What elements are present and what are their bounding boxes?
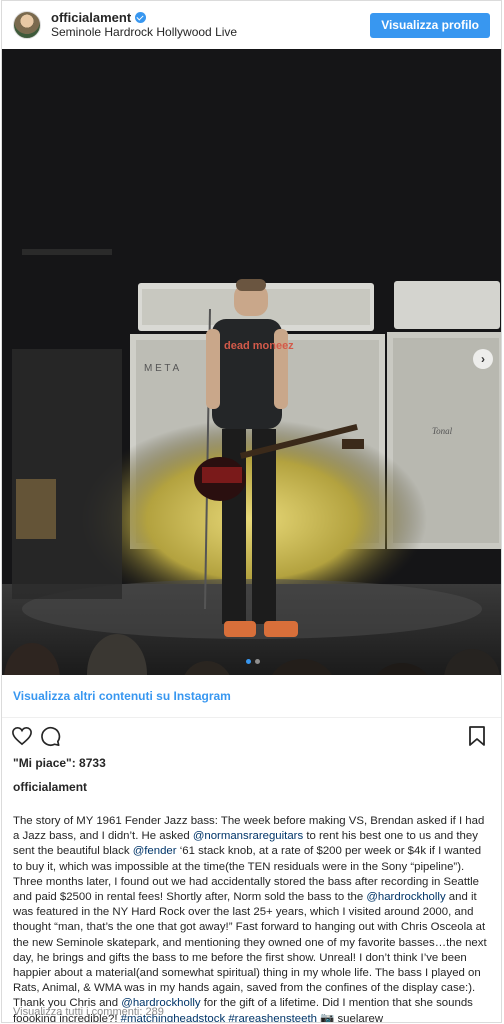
caption-text: and it was featured in the NY Hard Rock …: [13, 891, 487, 1010]
bookmark-icon[interactable]: [465, 724, 489, 748]
cabinet-label-left: M E T A: [144, 363, 180, 374]
drum-kit: [12, 349, 122, 599]
username-row: officialament: [51, 10, 237, 25]
username[interactable]: officialament: [51, 10, 131, 25]
post-caption: The story of MY 1961 Fender Jazz bass: T…: [2, 804, 501, 1023]
cabinet-label-right: Tonal: [432, 426, 453, 436]
post-owner-username[interactable]: officialament: [2, 778, 501, 796]
verified-badge-icon: [135, 12, 147, 23]
comment-icon[interactable]: [38, 724, 62, 748]
shirt-print: dead moneez: [224, 340, 294, 352]
post-photo[interactable]: M E T A Tonal dead moneez ›: [2, 49, 501, 675]
view-more-on-instagram-link[interactable]: Visualizza altri contenuti su Instagram: [2, 675, 501, 718]
carousel-dot-2: [254, 659, 260, 664]
mention-normansrareguitars[interactable]: @normansrareguitars: [193, 830, 303, 842]
location[interactable]: Seminole Hardrock Hollywood Live: [51, 25, 237, 40]
mention-fender[interactable]: @fender: [133, 845, 177, 857]
carousel-dot-1: [245, 659, 251, 664]
hashtag-rareashensteeth[interactable]: #rareashensteeth: [228, 1013, 317, 1022]
carousel-indicator: [2, 659, 501, 664]
concert-photo-illustration: M E T A Tonal dead moneez: [2, 49, 501, 675]
instagram-embed: officialament Seminole Hardrock Hollywoo…: [1, 0, 502, 1023]
likes-count[interactable]: "Mi piace": 8733: [2, 754, 501, 772]
post-header: officialament Seminole Hardrock Hollywoo…: [2, 1, 501, 49]
action-bar: [2, 718, 501, 754]
post-author: officialament Seminole Hardrock Hollywoo…: [51, 10, 237, 40]
caption-text: 📷 suelarew: [316, 1012, 384, 1023]
avatar[interactable]: [13, 11, 41, 39]
lighting-rig: [22, 249, 112, 255]
mention-hardrockholly[interactable]: @hardrockholly: [366, 891, 445, 903]
like-heart-icon[interactable]: [10, 724, 34, 748]
view-profile-button[interactable]: Visualizza profilo: [370, 13, 490, 38]
view-all-comments-link[interactable]: Visualizza tutti i commenti: 289: [13, 1006, 164, 1018]
carousel-next-icon[interactable]: ›: [473, 349, 493, 369]
amp-head-right: [394, 281, 500, 329]
